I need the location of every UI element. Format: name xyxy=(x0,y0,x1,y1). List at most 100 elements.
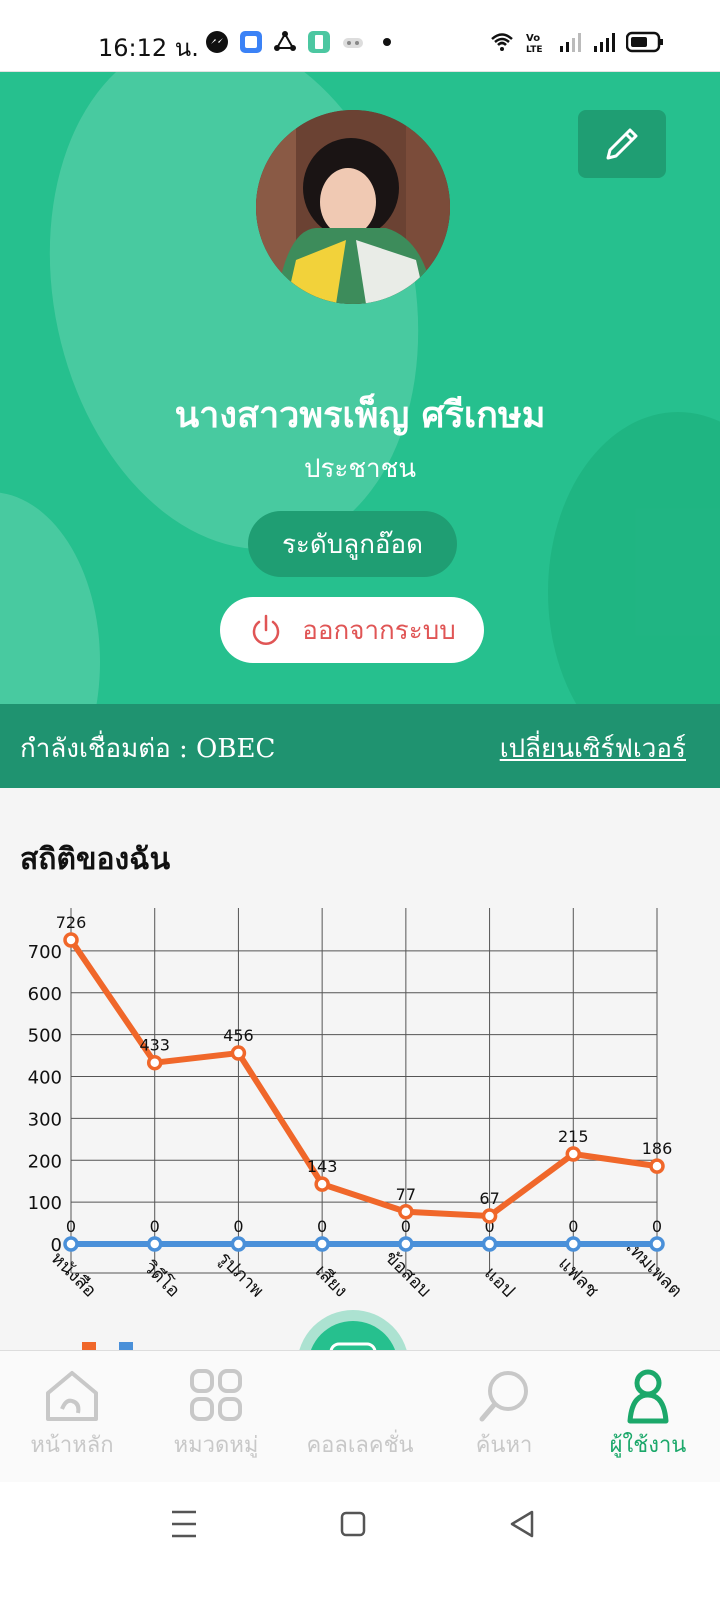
level-label: ระดับลูกอ๊อด xyxy=(281,529,424,560)
data-point xyxy=(314,1236,330,1252)
system-nav-bar xyxy=(0,1482,720,1600)
game-icon xyxy=(343,38,363,48)
data-point xyxy=(649,1236,665,1252)
x-tick-label: รูปภาพ xyxy=(214,1248,268,1302)
nav-item-home[interactable]: หน้าหลัก xyxy=(0,1351,144,1483)
server-connection-label: กำลังเชื่อมต่อ : OBEC xyxy=(20,734,276,764)
logout-button[interactable]: ออกจากระบบ xyxy=(220,597,484,663)
x-tick-label: แอป xyxy=(480,1263,519,1302)
nav-label-category: หมวดหมู่ xyxy=(173,1433,259,1458)
legend-swatch xyxy=(82,1342,96,1350)
data-label: 0 xyxy=(401,1217,411,1236)
category-icon xyxy=(190,1369,242,1421)
switch-server-link[interactable]: เปลี่ยนเซิร์ฟเวอร์ xyxy=(500,728,686,769)
y-tick-label: 100 xyxy=(28,1193,62,1214)
stats-section: สถิติของฉัน 0 100 200 300 400 500 600 700 หนังสื… xyxy=(0,788,720,1350)
profile-header: นางสาวพรเพ็ญ ศรีเกษม ประชาชน ระดับลูกอ๊อ… xyxy=(0,72,720,704)
nav-label-collection: คอลเลคชั่น xyxy=(306,1433,414,1458)
data-label: 215 xyxy=(558,1127,589,1146)
server-bar: กำลังเชื่อมต่อ : OBEC เปลี่ยนเซิร์ฟเวอร์ xyxy=(0,704,720,788)
avatar-photo xyxy=(256,110,450,304)
volte-icon: VoLTE xyxy=(526,33,543,54)
data-label: 0 xyxy=(233,1217,243,1236)
share-icon xyxy=(274,31,296,51)
data-label: 726 xyxy=(56,913,87,932)
y-tick-label: 500 xyxy=(28,1026,62,1047)
x-tick-label: หนังสือ xyxy=(47,1248,101,1302)
user-icon xyxy=(627,1369,669,1424)
user-role: ประชาชน xyxy=(303,454,417,484)
series-line xyxy=(68,938,658,1219)
y-tick-label: 700 xyxy=(28,942,62,963)
wifi-icon xyxy=(491,33,513,51)
data-point xyxy=(398,1236,414,1252)
data-label: 433 xyxy=(139,1036,170,1055)
logout-label: ออกจากระบบ xyxy=(302,615,456,646)
data-label: 77 xyxy=(396,1185,416,1204)
edit-profile-button[interactable] xyxy=(578,110,666,178)
data-point xyxy=(230,1236,247,1252)
back-icon[interactable] xyxy=(510,1510,534,1538)
search-icon xyxy=(479,1371,528,1422)
data-point xyxy=(314,1176,330,1192)
data-point xyxy=(146,1236,163,1252)
status-time: 16:12 น. xyxy=(98,34,199,62)
y-tick-label: 400 xyxy=(28,1068,62,1089)
status-notification-icons xyxy=(205,30,399,54)
x-tick-label: เสียง xyxy=(311,1261,352,1302)
data-point xyxy=(63,932,79,948)
battery-icon xyxy=(626,31,663,53)
data-label: 67 xyxy=(479,1189,499,1208)
nav-item-collection[interactable]: คอลเลคชั่น xyxy=(288,1351,432,1483)
messenger-icon xyxy=(206,31,228,53)
data-point xyxy=(481,1236,498,1252)
nav-item-search[interactable]: ค้นหา xyxy=(432,1351,576,1483)
nav-item-user[interactable]: ผู้ใช้งาน xyxy=(576,1351,720,1483)
app2-icon xyxy=(308,31,330,53)
x-tick-label: แฟลช xyxy=(554,1253,603,1302)
data-label: 186 xyxy=(642,1139,673,1158)
data-label: 143 xyxy=(307,1157,338,1176)
data-label: 0 xyxy=(568,1217,578,1236)
data-point xyxy=(63,1236,79,1252)
nav-label-home: หน้าหลัก xyxy=(30,1433,114,1458)
legend-swatch xyxy=(119,1342,133,1350)
power-icon xyxy=(253,614,280,645)
avatar[interactable] xyxy=(256,110,450,304)
y-tick-label: 200 xyxy=(28,1151,62,1172)
data-label: 0 xyxy=(66,1217,76,1236)
home-square-icon[interactable] xyxy=(340,1511,366,1537)
data-point xyxy=(481,1208,498,1224)
x-tick-label: ข้อสอบ xyxy=(380,1247,435,1302)
nav-item-category[interactable]: หมวดหมู่ xyxy=(144,1351,288,1483)
data-point xyxy=(565,1146,582,1162)
x-tick-label: วิดีโอ xyxy=(139,1256,184,1301)
pencil-icon xyxy=(606,128,638,160)
system-nav-buttons xyxy=(172,1510,534,1538)
stats-chart: 0100200300400500600700หนังสือ วิดีโอ รูปภา… xyxy=(28,908,686,1350)
data-label: 0 xyxy=(317,1217,327,1236)
level-badge: ระดับลูกอ๊อด xyxy=(248,511,457,577)
data-point xyxy=(146,1054,163,1071)
user-name: นางสาวพรเพ็ญ ศรีเกษม xyxy=(174,395,546,436)
menu-icon[interactable] xyxy=(172,1510,196,1538)
data-point xyxy=(649,1158,665,1174)
bottom-nav: หน้าหลัก หมวดหมู่ คอลเลคชั่น ค้นหา ผู้ใช… xyxy=(0,1350,720,1482)
y-tick-label: 600 xyxy=(28,984,62,1005)
signal-icon xyxy=(560,33,581,52)
nav-label-search: ค้นหา xyxy=(475,1433,533,1458)
status-system-icons: Vo LTE xyxy=(490,30,664,54)
data-point xyxy=(565,1236,582,1252)
dot-icon xyxy=(383,38,391,46)
decor-blob xyxy=(0,492,100,704)
data-point xyxy=(230,1045,247,1061)
app-icon xyxy=(240,31,262,53)
nav-label-user: ผู้ใช้งาน xyxy=(609,1433,687,1458)
data-point xyxy=(398,1204,414,1220)
y-tick-label: 300 xyxy=(28,1109,62,1130)
data-label: 456 xyxy=(223,1026,254,1045)
data-label: 0 xyxy=(150,1217,160,1236)
svg-text:Vo: Vo xyxy=(526,33,540,44)
signal2-icon xyxy=(594,33,615,52)
data-label: 0 xyxy=(652,1217,662,1236)
